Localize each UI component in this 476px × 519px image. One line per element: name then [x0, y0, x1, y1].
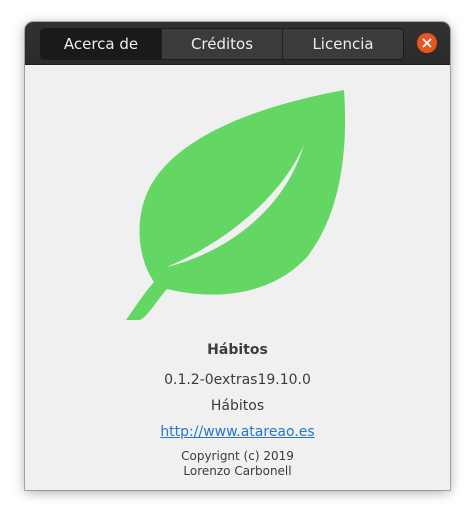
app-comments: Hábitos — [210, 398, 265, 414]
about-content: Hábitos 0.1.2-0extras19.10.0 Hábitos htt… — [25, 65, 450, 490]
tab-credits[interactable]: Créditos — [162, 29, 283, 59]
app-name: Hábitos — [207, 342, 268, 358]
header-bar: Acerca de Créditos Licencia — [25, 22, 450, 65]
copyright-line: Copyrignt (c) 2019 — [181, 449, 294, 463]
close-icon — [422, 38, 432, 48]
app-version: 0.1.2-0extras19.10.0 — [164, 372, 311, 388]
copyright: Copyrignt (c) 2019 Lorenzo Carbonell — [25, 449, 450, 479]
leaf-icon — [126, 90, 346, 320]
close-button[interactable] — [417, 33, 437, 53]
tab-about[interactable]: Acerca de — [41, 29, 162, 59]
website-link[interactable]: http://www.atareao.es — [160, 424, 314, 440]
about-dialog: Acerca de Créditos Licencia Hábitos 0.1.… — [25, 22, 450, 490]
copyright-author: Lorenzo Carbonell — [183, 464, 292, 478]
stack-switcher: Acerca de Créditos Licencia — [40, 28, 404, 60]
website-container: http://www.atareao.es — [25, 424, 450, 440]
tab-license[interactable]: Licencia — [283, 29, 403, 59]
